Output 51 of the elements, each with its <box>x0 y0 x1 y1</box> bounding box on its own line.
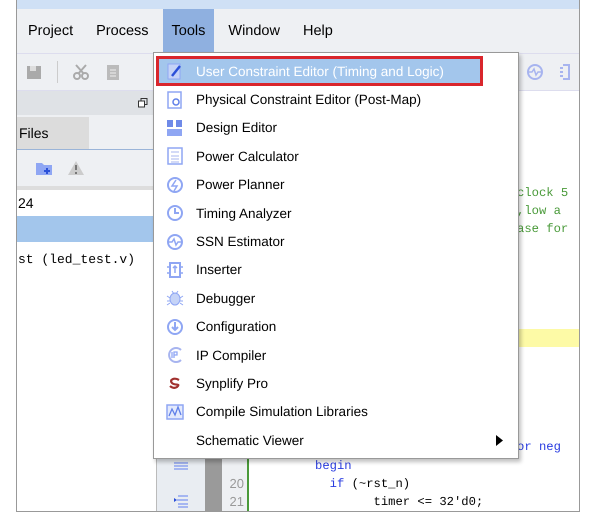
calculator-icon <box>166 147 184 166</box>
tree-row[interactable]: 24 <box>17 190 156 216</box>
menu-item[interactable]: Synplify Pro <box>157 369 515 398</box>
code-text: (~rst_n) <box>350 476 410 493</box>
menu-item[interactable]: Compile Simulation Libraries <box>157 398 515 426</box>
menu-item[interactable]: Inserter <box>157 256 515 284</box>
code-text: timer <= 32'd0; <box>372 494 484 511</box>
menu-item[interactable]: Design Editor <box>157 114 515 142</box>
bug-icon <box>166 289 184 308</box>
line-number: 20 <box>230 476 244 492</box>
chip-icon <box>166 260 184 279</box>
menu-item[interactable]: Tools <box>162 9 214 53</box>
ip-icon <box>166 346 184 364</box>
code-text: ,low a <box>517 202 561 220</box>
clock-icon <box>166 204 184 222</box>
scissors-icon[interactable] <box>72 63 90 81</box>
menu-item[interactable]: Timing Analyzer <box>157 198 515 228</box>
menu-item[interactable]: Configuration <box>157 312 515 341</box>
sheet-gear-icon <box>166 90 184 109</box>
chart-icon <box>166 402 184 421</box>
folder-add-icon[interactable] <box>35 160 53 176</box>
menu-item[interactable]: Power Calculator <box>157 142 515 171</box>
files-tab[interactable]: Files <box>17 117 89 149</box>
pulse-icon[interactable] <box>525 62 545 82</box>
menu-item[interactable]: Process <box>87 9 158 53</box>
tree-row[interactable]: st (led_test.v) <box>17 246 156 272</box>
indent-icon <box>173 494 189 509</box>
pencil-sheet-icon <box>166 62 184 80</box>
menu-item[interactable]: SSN Estimator <box>157 227 515 256</box>
lines-icon <box>173 460 189 471</box>
blocks-icon <box>166 118 184 137</box>
line-number: 21 <box>230 494 244 510</box>
download-icon <box>166 318 184 336</box>
menu-item[interactable]: Power Planner <box>157 170 515 199</box>
menu-item[interactable]: IP Compiler <box>157 340 515 370</box>
restore-icon[interactable] <box>138 98 148 108</box>
menu-item[interactable]: Help <box>294 9 342 53</box>
warning-icon[interactable] <box>67 160 85 176</box>
pulse-icon <box>166 232 184 251</box>
code-text: begin <box>315 458 352 475</box>
cycle-icon <box>166 176 184 194</box>
code-text: if <box>328 476 344 493</box>
chip-icon[interactable] <box>559 62 571 82</box>
menu-item[interactable]: Schematic Viewer <box>157 426 515 454</box>
menu-item[interactable]: Physical Constraint Editor (Post-Map) <box>157 85 515 114</box>
document-icon[interactable] <box>104 63 122 81</box>
menu-item[interactable]: Debugger <box>157 284 515 313</box>
menu-item[interactable]: Window <box>219 9 289 53</box>
menu-item[interactable]: Project <box>19 9 82 53</box>
tree-row[interactable] <box>17 216 156 242</box>
save-icon[interactable] <box>25 63 43 81</box>
